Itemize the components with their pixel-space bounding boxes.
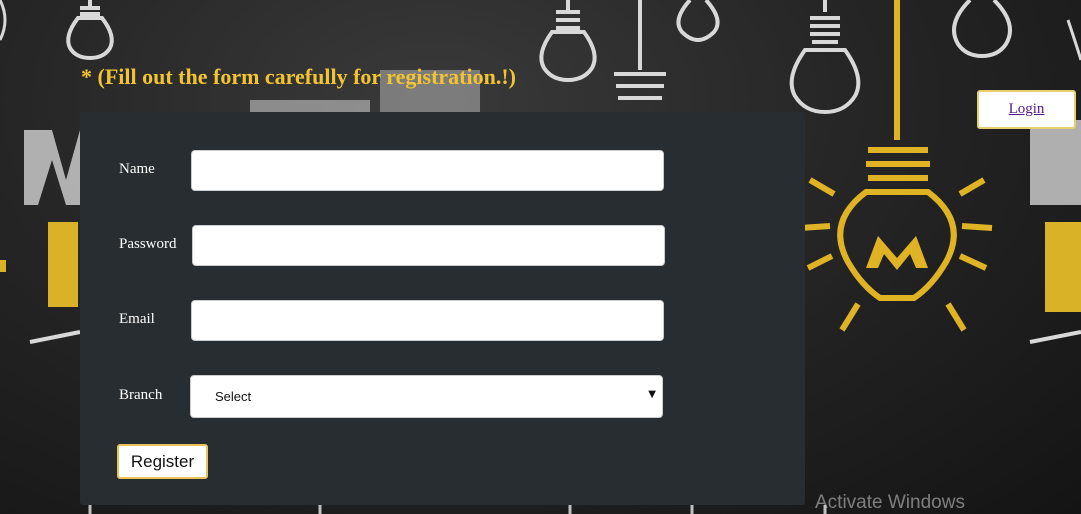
lightbulb-icon	[676, 0, 720, 43]
registration-notice: * (Fill out the form carefully for regis…	[81, 64, 517, 89]
lightbulb-icon	[539, 0, 597, 83]
password-label: Password	[119, 236, 177, 252]
password-field[interactable]	[192, 225, 665, 266]
dropdown-caret-icon: ▼	[648, 389, 656, 400]
lightbulb-icon	[789, 0, 861, 115]
login-button[interactable]: Login	[977, 90, 1076, 129]
registration-form: Name Password Email Branch Select ▼ Regi…	[80, 112, 805, 505]
email-label: Email	[119, 311, 155, 327]
branch-select[interactable]: Select ▼	[190, 375, 663, 418]
lightbulb-icon	[66, 0, 114, 61]
email-field[interactable]	[191, 300, 664, 341]
lightbulb-icon	[614, 0, 666, 100]
name-label: Name	[119, 161, 155, 177]
name-field[interactable]	[191, 150, 664, 191]
activate-windows-watermark: Activate Windows	[815, 492, 965, 513]
page-background: * (Fill out the form carefully for regis…	[0, 0, 1081, 514]
login-link[interactable]: Login	[1009, 101, 1045, 118]
branch-label: Branch	[119, 387, 163, 403]
register-button[interactable]: Register	[117, 444, 208, 479]
lightbulb-icon	[952, 0, 1012, 59]
branch-selected-value: Select	[215, 389, 252, 404]
